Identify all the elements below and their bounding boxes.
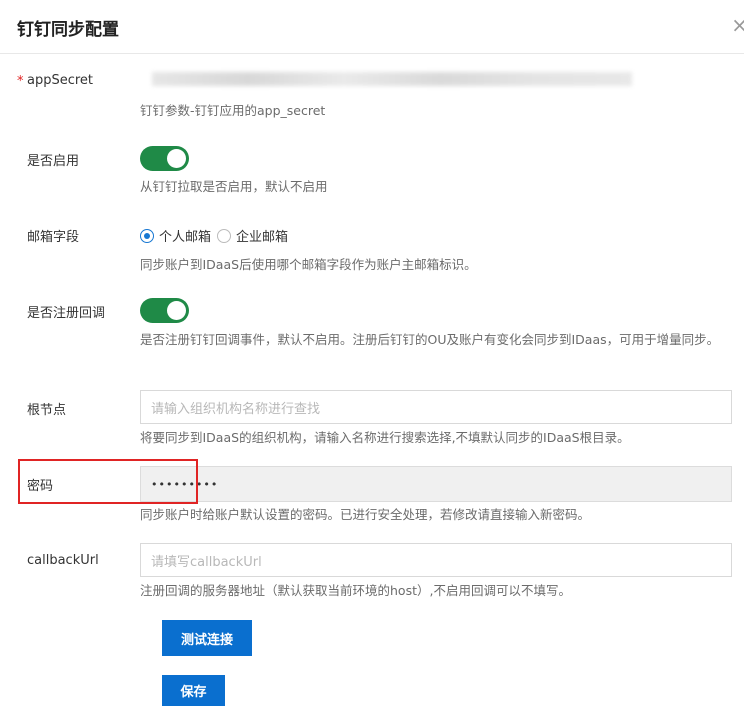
email-field-radio-group: 个人邮箱 企业邮箱 [140, 226, 294, 245]
save-button[interactable]: 保存 [162, 675, 225, 706]
required-mark: * [17, 74, 24, 89]
dialog-header: 钉钉同步配置 × [0, 0, 744, 54]
register-callback-help: 是否注册钉钉回调事件，默认不启用。注册后钉钉的OU及账户有变化会同步到IDaas… [140, 332, 720, 347]
root-node-placeholder: 请输入组织机构名称进行查找 [151, 401, 321, 417]
radio-checked-icon[interactable] [140, 228, 154, 243]
register-callback-toggle[interactable] [140, 298, 189, 323]
enabled-label: 是否启用 [27, 154, 80, 169]
radio-personal-email[interactable]: 个人邮箱 [140, 226, 211, 245]
radio-unchecked-icon[interactable] [217, 228, 232, 243]
app-secret-label: appSecret [27, 73, 94, 88]
toggle-knob [167, 149, 186, 168]
callback-url-input[interactable]: 请填写callbackUrl [140, 543, 732, 577]
radio-enterprise-label: 企业邮箱 [236, 230, 289, 245]
radio-personal-label: 个人邮箱 [159, 230, 212, 245]
root-node-input[interactable]: 请输入组织机构名称进行查找 [140, 390, 732, 424]
root-node-help: 将要同步到IDaaS的组织机构，请输入名称进行搜索选择,不填默认同步的IDaaS… [140, 430, 630, 445]
test-connection-button[interactable]: 测试连接 [162, 620, 252, 656]
register-callback-label: 是否注册回调 [27, 306, 106, 321]
app-secret-input[interactable] [140, 63, 644, 97]
app-secret-help: 钉钉参数-钉钉应用的app_secret [140, 103, 326, 118]
password-highlight-box [18, 459, 198, 504]
email-field-label: 邮箱字段 [27, 230, 80, 245]
toggle-knob [167, 301, 186, 320]
enabled-help: 从钉钉拉取是否启用，默认不启用 [140, 179, 328, 194]
redacted-value [152, 72, 632, 86]
email-field-help: 同步账户到IDaaS后使用哪个邮箱字段作为账户主邮箱标识。 [140, 257, 477, 272]
callback-url-label: callbackUrl [27, 553, 99, 568]
password-input[interactable]: ••••••••• [140, 466, 732, 502]
callback-url-help: 注册回调的服务器地址（默认获取当前环境的host）,不启用回调可以不填写。 [140, 583, 571, 598]
radio-enterprise-email[interactable]: 企业邮箱 [217, 226, 288, 245]
password-help: 同步账户时给账户默认设置的密码。已进行安全处理，若修改请直接输入新密码。 [140, 507, 591, 522]
close-icon[interactable]: × [731, 13, 744, 37]
callback-url-placeholder: 请填写callbackUrl [151, 554, 262, 570]
dialog-title: 钉钉同步配置 [17, 20, 119, 40]
root-node-label: 根节点 [27, 403, 67, 418]
enabled-toggle[interactable] [140, 146, 189, 171]
